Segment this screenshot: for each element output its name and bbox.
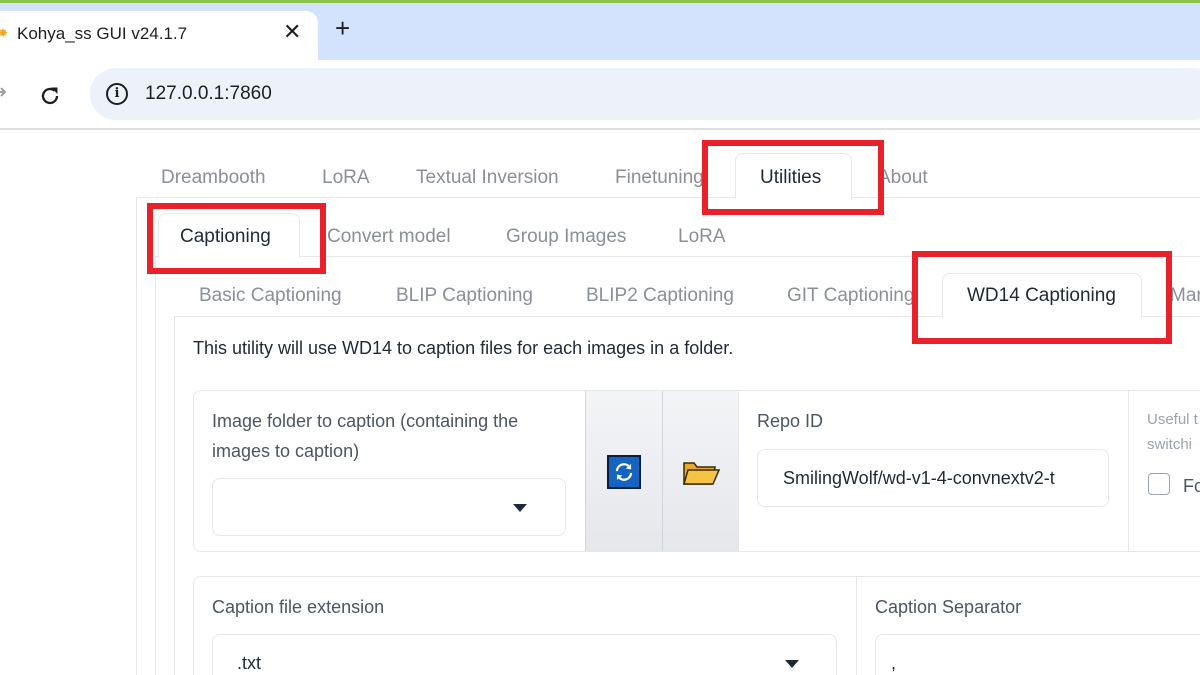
main-tabs-underline	[136, 197, 1200, 198]
forward-icon[interactable]	[0, 84, 8, 100]
folder-repo-panel: Image folder to caption (containing the …	[193, 390, 1200, 552]
repo-divider	[738, 391, 739, 551]
address-bar[interactable]: i 127.0.0.1:7860	[90, 68, 1200, 120]
close-tab-icon[interactable]: ✕	[283, 19, 301, 45]
caption-options-panel: Caption file extension .txt Caption Sepa…	[193, 576, 1200, 675]
caption-extension-label: Caption file extension	[212, 597, 385, 617]
tab-group-images[interactable]: Group Images	[506, 226, 626, 248]
force-download-label: Fo	[1183, 476, 1200, 496]
caption-extension-value: .txt	[237, 653, 262, 673]
reload-icon[interactable]	[38, 84, 62, 108]
tab-blip2-captioning[interactable]: BLIP2 Captioning	[586, 285, 734, 307]
utility-description: This utility will use WD14 to caption fi…	[193, 338, 734, 358]
tab-manual-captioning[interactable]: Mar	[1170, 285, 1200, 307]
option-help-line2: switchi	[1147, 436, 1193, 453]
tab-lora[interactable]: LoRA	[322, 167, 370, 189]
caption-separator-label: Caption Separator	[875, 597, 1022, 617]
open-folder-button[interactable]	[662, 391, 738, 551]
caption-extension-dropdown[interactable]: .txt	[212, 634, 837, 675]
tab-dreambooth[interactable]: Dreambooth	[161, 167, 266, 189]
url-text[interactable]: 127.0.0.1:7860	[145, 83, 272, 105]
info-icon[interactable]: i	[106, 83, 128, 105]
force-download-checkbox[interactable]	[1148, 473, 1170, 495]
new-tab-button[interactable]: +	[335, 15, 350, 41]
repo-id-dropdown[interactable]: SmilingWolf/wd-v1-4-convnextv2-t	[757, 449, 1109, 507]
repo-id-value: SmilingWolf/wd-v1-4-convnextv2-t	[783, 468, 1055, 488]
favicon-icon: ✸	[0, 26, 9, 40]
image-folder-label-line2: images to caption)	[212, 441, 360, 461]
highlight-utilities-tab	[702, 140, 884, 215]
browser-tab[interactable]: ✸ Kohya_ss GUI v24.1.7 ✕	[0, 11, 318, 60]
tab-textual-inversion[interactable]: Textual Inversion	[416, 167, 559, 189]
browser-tabbar: ✸ Kohya_ss GUI v24.1.7 ✕ +	[0, 3, 1200, 60]
browser-toolbar: i 127.0.0.1:7860	[0, 60, 1200, 130]
folder-icon	[683, 462, 720, 485]
options-divider	[1128, 391, 1129, 551]
tab-lora-utility[interactable]: LoRA	[678, 226, 726, 248]
tab-blip-captioning[interactable]: BLIP Captioning	[396, 285, 533, 307]
browser-tab-title: Kohya_ss GUI v24.1.7	[17, 24, 188, 43]
main-tabs-border	[136, 197, 137, 675]
repo-id-label: Repo ID	[757, 411, 824, 431]
option-help-line1: Useful t	[1147, 411, 1198, 428]
tab-convert-model[interactable]: Convert model	[327, 226, 451, 248]
caption-separator-value: ,	[891, 653, 897, 673]
image-folder-dropdown[interactable]	[212, 478, 566, 536]
highlight-wd14-tab	[912, 251, 1172, 344]
caret-down-icon	[513, 504, 527, 512]
refresh-icon	[607, 455, 641, 489]
separator-divider	[856, 577, 857, 675]
tab-git-captioning[interactable]: GIT Captioning	[787, 285, 914, 307]
caption-tabs-border	[174, 316, 175, 675]
refresh-folder-button[interactable]	[585, 391, 662, 551]
image-folder-label-line1: Image folder to caption (containing the	[212, 411, 519, 431]
highlight-captioning-tab	[147, 203, 326, 274]
caption-separator-input[interactable]: ,	[875, 634, 1200, 675]
tab-finetuning[interactable]: Finetuning	[615, 167, 704, 189]
tab-about[interactable]: About	[878, 167, 928, 189]
utility-tabs-border	[155, 256, 156, 675]
caret-down-icon	[785, 660, 799, 668]
tab-basic-captioning[interactable]: Basic Captioning	[199, 285, 342, 307]
